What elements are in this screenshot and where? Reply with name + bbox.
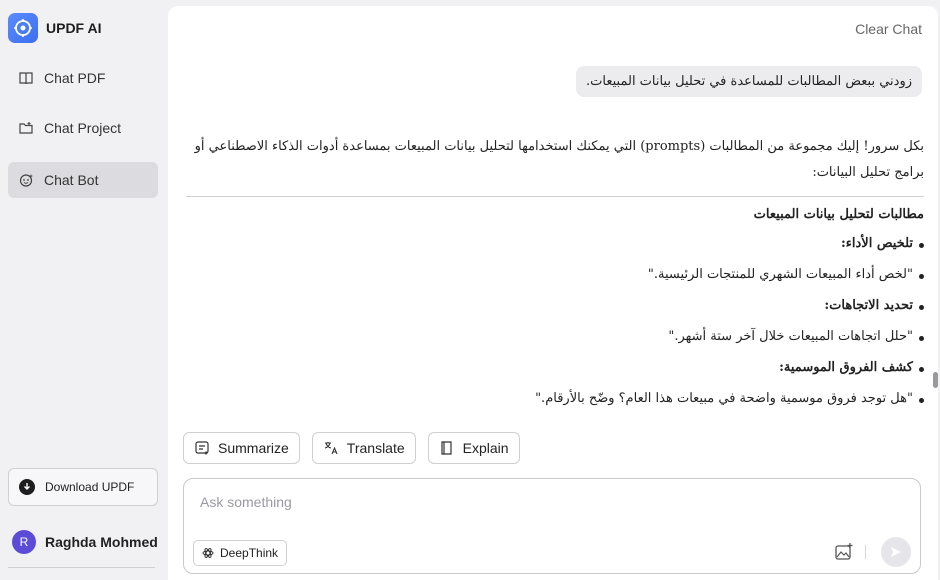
translate-icon	[324, 442, 338, 455]
ask-input[interactable]	[198, 493, 802, 511]
bot-icon	[19, 174, 33, 187]
sidebar: UPDF AI Chat PDF Chat Project Chat Bot D…	[0, 0, 168, 580]
list-item: تلخيص الأداء:	[186, 236, 924, 251]
sidebar-item-chat-project[interactable]: Chat Project	[8, 110, 158, 146]
answer-heading: مطالبات لتحليل بيانات المبيعات	[753, 207, 924, 222]
download-updf-button[interactable]: Download UPDF	[8, 468, 158, 506]
list-item: كشف الفروق الموسمية:	[186, 360, 924, 375]
divider	[8, 567, 155, 568]
atom-icon	[202, 548, 214, 558]
explain-book-icon	[441, 441, 452, 455]
clear-chat-button[interactable]: Clear Chat	[855, 21, 922, 37]
list-item: "لخص أداء المبيعات الشهري للمنتجات الرئي…	[186, 267, 924, 282]
brand-name: UPDF AI	[46, 20, 102, 36]
sidebar-item-label: Chat Bot	[44, 172, 99, 188]
deepthink-button[interactable]: DeepThink	[193, 540, 288, 566]
list-item: تحديد الاتجاهات:	[186, 298, 924, 313]
sidebar-item-chat-bot[interactable]: Chat Bot	[8, 162, 158, 198]
download-label: Download UPDF	[45, 480, 135, 494]
bullet-dot	[919, 305, 924, 310]
user-profile[interactable]: R Raghda Mohmed	[12, 530, 158, 554]
divider	[865, 545, 866, 559]
assistant-answer: بكل سرور! إليك مجموعة من المطالبات (prom…	[186, 134, 924, 424]
scrollbar-thumb[interactable]	[933, 372, 938, 388]
list-item-text: تلخيص الأداء:	[840, 236, 913, 251]
quick-actions: Summarize Translate Explain	[183, 432, 520, 464]
summarize-button[interactable]: Summarize	[183, 432, 300, 464]
summarize-icon	[195, 441, 209, 455]
bullet-dot	[919, 243, 924, 248]
bullet-dot	[919, 274, 924, 279]
list-item-text: كشف الفروق الموسمية:	[779, 360, 913, 375]
avatar: R	[12, 530, 36, 554]
list-item-text: "لخص أداء المبيعات الشهري للمنتجات الرئي…	[647, 267, 913, 282]
send-button[interactable]	[881, 537, 911, 567]
download-icon	[19, 479, 35, 495]
brand[interactable]: UPDF AI	[8, 13, 101, 43]
list-item-text: "حلل اتجاهات المبيعات خلال آخر ستة أشهر.…	[668, 329, 913, 344]
user-name: Raghda Mohmed	[45, 534, 158, 550]
updf-logo-icon	[8, 13, 38, 43]
sidebar-item-chat-pdf[interactable]: Chat PDF	[8, 60, 158, 96]
list-item: "حلل اتجاهات المبيعات خلال آخر ستة أشهر.…	[186, 329, 924, 344]
chat-panel: Clear Chat زودني ببعض المطالبات للمساعدة…	[168, 6, 938, 580]
image-upload-icon[interactable]	[834, 542, 854, 562]
explain-button[interactable]: Explain	[427, 432, 520, 464]
send-icon	[891, 547, 901, 557]
list-item-text: "هل توجد فروق موسمية واضحة في مبيعات هذا…	[535, 391, 913, 406]
folder-icon	[19, 122, 33, 134]
translate-label: Translate	[346, 440, 405, 456]
bullet-dot	[919, 336, 924, 341]
book-icon	[19, 72, 33, 85]
answer-intro: بكل سرور! إليك مجموعة من المطالبات (prom…	[194, 139, 924, 180]
user-message-bubble: زودني ببعض المطالبات للمساعدة في تحليل ب…	[576, 66, 922, 97]
bullet-dot	[919, 398, 924, 403]
bullet-dot	[919, 367, 924, 372]
translate-button[interactable]: Translate	[311, 432, 416, 464]
list-item-text: تحديد الاتجاهات:	[824, 298, 913, 313]
answer-divider	[186, 196, 924, 197]
sidebar-item-label: Chat Project	[44, 120, 122, 136]
chat-input-box: DeepThink	[183, 478, 921, 574]
list-item: "هل توجد فروق موسمية واضحة في مبيعات هذا…	[186, 391, 924, 406]
explain-label: Explain	[462, 440, 509, 456]
deepthink-label: DeepThink	[220, 546, 279, 560]
sidebar-item-label: Chat PDF	[44, 70, 106, 86]
summarize-label: Summarize	[218, 440, 289, 456]
